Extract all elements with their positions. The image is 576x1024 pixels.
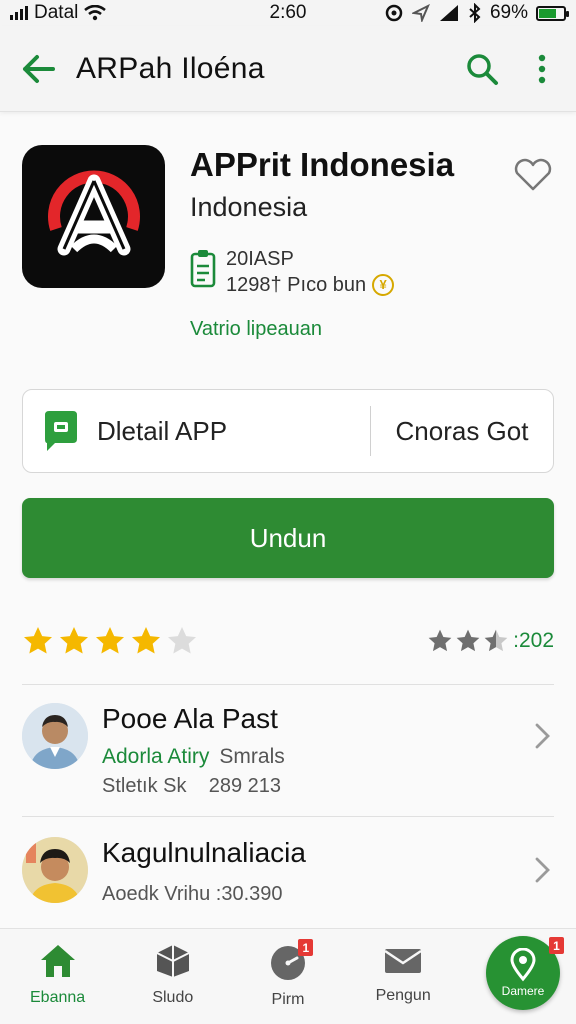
- list-item-meta: Stletık Sk 289 213: [102, 775, 281, 797]
- battery-percent: 69%: [489, 2, 528, 23]
- more-vert-icon: [538, 54, 546, 83]
- nav-item-home[interactable]: Ebanna: [0, 929, 115, 1024]
- meta-line-1: 20IASP: [226, 248, 294, 270]
- app-logo-icon: [47, 170, 140, 255]
- star-icon: [456, 629, 480, 652]
- rating-stars[interactable]: [22, 625, 427, 657]
- coin-icon: ¥: [372, 274, 395, 296]
- star-icon: [96, 627, 124, 654]
- battery-icon: [536, 5, 569, 21]
- nav-label: Sludo: [152, 989, 194, 1006]
- app-developer: Indonesia: [190, 192, 308, 222]
- heart-outline-icon: [514, 158, 552, 191]
- list-item-author: Adorla Atiry Smrals: [102, 745, 285, 769]
- divider: [22, 816, 554, 817]
- clipboard-icon: [190, 250, 216, 288]
- category-link[interactable]: Vatrio lipeauan: [190, 318, 322, 341]
- nav-item-pengun[interactable]: Pengun: [346, 929, 461, 1024]
- cube-icon: [156, 945, 190, 977]
- nav-label: Pirm: [271, 991, 305, 1008]
- app-logo: [22, 145, 165, 288]
- rating-row: :202: [22, 620, 554, 662]
- wifi-icon: [84, 5, 107, 21]
- mail-icon: [384, 949, 422, 973]
- list-item-author-name: Adorla Atiry: [102, 745, 210, 768]
- notification-badge: 1: [298, 939, 314, 956]
- fab-label: Damere: [501, 984, 545, 998]
- star-icon: [60, 627, 88, 654]
- install-button[interactable]: Undun: [22, 498, 554, 578]
- bluetooth-icon: [469, 3, 481, 23]
- list-item-meta: Aoedk Vrihu :30.390: [102, 883, 283, 905]
- detail-app-button[interactable]: Dletail APP: [23, 390, 370, 472]
- app-name: APPrit Indonesia: [190, 146, 455, 183]
- location-arrow-icon: [411, 4, 430, 22]
- back-button[interactable]: [0, 26, 76, 112]
- more-button[interactable]: [514, 26, 570, 112]
- star-icon: [132, 627, 160, 654]
- star-icon: [168, 627, 196, 654]
- avatar: [22, 703, 88, 769]
- meta-line-2: 1298† Pıco bun: [226, 274, 367, 296]
- status-bar: Datal 2:60 69%: [0, 0, 576, 26]
- app-bar-title: ARPah Iloéna: [76, 51, 265, 85]
- wishlist-button[interactable]: [513, 158, 557, 198]
- list-item-author-extra: Smrals: [219, 745, 285, 768]
- star-icon: [428, 629, 452, 652]
- home-icon: [40, 945, 75, 977]
- nav-item-pirm[interactable]: 1 Pirm: [230, 929, 345, 1024]
- detail-app-label: Dletail APP: [97, 415, 228, 446]
- list-item-title: Pooe Ala Past: [102, 703, 278, 734]
- app-bar: ARPah Iloéna: [0, 26, 576, 112]
- search-button[interactable]: [450, 26, 514, 112]
- chat-bubble-icon: [45, 411, 77, 451]
- secondary-action-button[interactable]: Cnoras Got: [371, 390, 553, 472]
- chevron-right-icon: [535, 857, 550, 883]
- detail-card: Dletail APP Cnoras Got: [22, 389, 554, 473]
- nav-label: Ebanna: [30, 989, 86, 1006]
- avatar: [22, 837, 88, 903]
- nav-item-studio[interactable]: Sludo: [115, 929, 230, 1024]
- list-item[interactable]: Pooe Ala Past Adorla Atiry Smrals Stletık…: [22, 703, 554, 813]
- signal-icon: [10, 6, 28, 20]
- divider: [22, 684, 554, 685]
- star-icon: [484, 629, 508, 652]
- chevron-right-icon: [535, 723, 550, 749]
- rating-summary-stars: [427, 628, 509, 654]
- at-icon: [385, 4, 403, 22]
- notification-badge: 1: [549, 937, 564, 954]
- app-meta: 20IASP 1298† Pıco bun ¥: [190, 246, 395, 298]
- arrow-left-icon: [23, 54, 55, 83]
- search-icon: [467, 53, 498, 85]
- star-icon: [24, 627, 52, 654]
- location-pin-icon: [510, 948, 536, 982]
- rating-count: :202: [513, 629, 554, 652]
- nav-label: Pengun: [375, 987, 431, 1004]
- carrier-label: Datal: [34, 2, 79, 23]
- cell-signal-icon: [439, 5, 458, 21]
- list-item-title: Kagulnulnaliacia: [102, 837, 306, 868]
